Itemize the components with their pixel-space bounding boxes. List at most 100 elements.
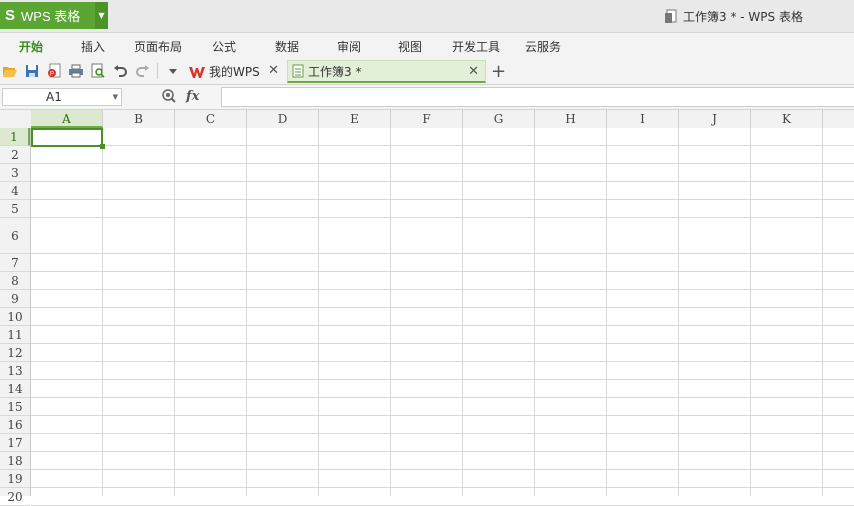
insert-function-icon[interactable]: fx [186, 89, 199, 104]
row-header-4[interactable]: 4 [0, 182, 30, 200]
column-gridline [102, 128, 103, 496]
app-menu-button[interactable]: S WPS 表格 [0, 2, 95, 29]
column-header-h[interactable]: H [535, 110, 607, 128]
selected-cell[interactable] [31, 128, 103, 147]
column-header-f[interactable]: F [391, 110, 463, 128]
row-header-2[interactable]: 2 [0, 146, 30, 164]
row-header-5[interactable]: 5 [0, 200, 30, 218]
print-preview-icon[interactable] [90, 63, 106, 79]
print-icon[interactable] [68, 63, 84, 79]
zoom-search-icon[interactable] [161, 88, 177, 107]
column-gridline [534, 128, 535, 496]
column-header-e[interactable]: E [319, 110, 391, 128]
menu-insert[interactable]: 插入 [81, 38, 105, 55]
row-gridline [31, 217, 854, 218]
open-folder-icon[interactable] [2, 63, 18, 79]
menu-view[interactable]: 视图 [398, 38, 422, 55]
row-header-19[interactable]: 19 [0, 470, 30, 488]
row-gridline [31, 145, 854, 146]
menu-data[interactable]: 数据 [275, 38, 299, 55]
row-gridline [31, 379, 854, 380]
column-header-g[interactable]: G [463, 110, 535, 128]
row-header-13[interactable]: 13 [0, 362, 30, 380]
menu-cloud[interactable]: 云服务 [525, 38, 561, 55]
column-header-d[interactable]: D [247, 110, 319, 128]
column-header-a[interactable]: A [31, 110, 103, 128]
row-gridline [31, 433, 854, 434]
row-gridline [31, 487, 854, 488]
menu-page-layout[interactable]: 页面布局 [134, 38, 182, 55]
new-tab-plus-icon[interactable]: + [491, 61, 506, 82]
export-pdf-icon[interactable]: P [46, 63, 62, 79]
row-header-7[interactable]: 7 [0, 254, 30, 272]
row-gridline [31, 469, 854, 470]
row-header-17[interactable]: 17 [0, 434, 30, 452]
fill-handle[interactable] [100, 144, 105, 149]
row-header-1[interactable]: 1 [0, 128, 30, 146]
app-name: WPS 表格 [21, 9, 81, 24]
close-icon[interactable]: ✕ [268, 63, 279, 78]
cell-grid[interactable] [31, 128, 854, 506]
row-gridline [31, 181, 854, 182]
dropdown-icon[interactable] [165, 63, 181, 79]
tab-label: 工作簿3 * [308, 64, 362, 79]
row-header-18[interactable]: 18 [0, 452, 30, 470]
column-gridline [606, 128, 607, 496]
row-gridline [31, 361, 854, 362]
name-box[interactable]: A1 ▼ [2, 88, 122, 106]
row-gridline [31, 199, 854, 200]
toolbar-divider [157, 63, 158, 79]
quick-access-toolbar: P 我的WPS ✕ 工作簿3 * ✕ [0, 59, 854, 85]
app-menu-dropdown-icon[interactable]: ▼ [95, 2, 108, 29]
column-header-j[interactable]: J [679, 110, 751, 128]
menu-formulas[interactable]: 公式 [212, 38, 236, 55]
column-gridline [822, 128, 823, 496]
menu-home[interactable]: 开始 [19, 38, 43, 55]
redo-icon[interactable] [135, 63, 151, 79]
document-icon [665, 9, 677, 23]
row-gridline [31, 253, 854, 254]
row-header-16[interactable]: 16 [0, 416, 30, 434]
row-gridline [31, 271, 854, 272]
tab-my-wps[interactable]: 我的WPS ✕ [185, 60, 285, 83]
menu-developer[interactable]: 开发工具 [452, 38, 500, 55]
formula-input[interactable] [221, 87, 854, 107]
row-header-8[interactable]: 8 [0, 272, 30, 290]
row-gridline [31, 343, 854, 344]
row-gridline [31, 163, 854, 164]
column-header-c[interactable]: C [175, 110, 247, 128]
column-gridline [462, 128, 463, 496]
column-gridline [390, 128, 391, 496]
row-gridline [31, 451, 854, 452]
save-icon[interactable] [24, 63, 40, 79]
close-icon[interactable]: ✕ [468, 64, 479, 79]
row-gridline [31, 397, 854, 398]
tab-workbook3[interactable]: 工作簿3 * ✕ [287, 60, 486, 83]
column-header-i[interactable]: I [607, 110, 679, 128]
tab-label: 我的WPS [209, 65, 260, 79]
wps-logo-icon [189, 66, 205, 78]
row-header-9[interactable]: 9 [0, 290, 30, 308]
chevron-down-icon[interactable]: ▼ [113, 89, 118, 105]
svg-text:P: P [50, 72, 54, 78]
column-header-b[interactable]: B [103, 110, 175, 128]
undo-icon[interactable] [112, 63, 128, 79]
row-gridline [31, 307, 854, 308]
row-header-14[interactable]: 14 [0, 380, 30, 398]
row-header-12[interactable]: 12 [0, 344, 30, 362]
row-header-20[interactable]: 20 [0, 488, 30, 506]
window-title-text: 工作簿3 * - WPS 表格 [683, 10, 803, 24]
row-header-11[interactable]: 11 [0, 326, 30, 344]
row-header-3[interactable]: 3 [0, 164, 30, 182]
column-header-k[interactable]: K [751, 110, 823, 128]
row-gridline [31, 415, 854, 416]
window-title: 工作簿3 * - WPS 表格 [664, 8, 803, 25]
spreadsheet-doc-icon [292, 64, 304, 78]
row-header-10[interactable]: 10 [0, 308, 30, 326]
column-gridline [750, 128, 751, 496]
row-header-15[interactable]: 15 [0, 398, 30, 416]
menu-review[interactable]: 审阅 [337, 38, 361, 55]
row-header-6[interactable]: 6 [0, 218, 30, 254]
column-gridline [246, 128, 247, 496]
row-gridline [31, 325, 854, 326]
